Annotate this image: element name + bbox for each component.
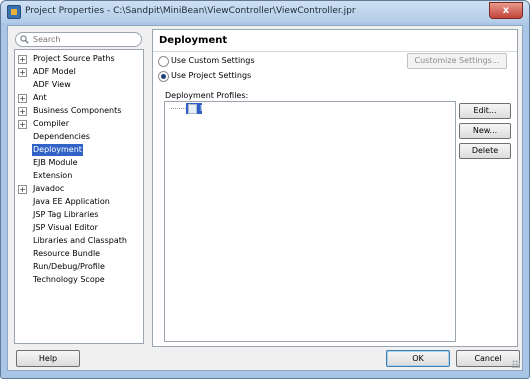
tree-item-adf-model[interactable]: + ADF Model [15,66,143,78]
ok-button[interactable]: OK [386,350,450,367]
resize-grip-icon[interactable] [512,360,520,368]
tree-item-label: Javadoc [33,184,65,193]
expand-icon[interactable]: + [18,94,27,103]
category-tree[interactable]: + Project Source Paths + ADF Model ADF V… [14,49,144,344]
tree-item-label: Business Components [33,106,122,115]
war-file-icon [188,104,197,114]
tree-item-label: Resource Bundle [33,249,101,258]
project-properties-dialog: Project Properties - C:\Sandpit\MiniBean… [0,0,530,379]
tree-item-dependencies[interactable]: Dependencies [15,131,143,143]
tree-item-libraries-and-classpath[interactable]: Libraries and Classpath [15,235,143,247]
customize-settings-button[interactable]: Customize Settings... [407,53,507,69]
expand-icon[interactable]: + [18,68,27,77]
radio-selected-dot [161,74,166,79]
tree-item-technology-scope[interactable]: Technology Scope [15,274,143,286]
tree-item-label: Compiler [33,119,70,128]
expand-icon[interactable]: + [18,107,27,116]
cancel-button[interactable]: Cancel [456,350,520,367]
tree-item-project-source-paths[interactable]: + Project Source Paths [15,53,143,65]
tree-item-business-components[interactable]: + Business Components [15,105,143,117]
radio-label: Use Custom Settings [171,56,255,65]
title-bar[interactable]: Project Properties - C:\Sandpit\MiniBean… [1,1,529,23]
tree-item-deployment[interactable]: Deployment [15,144,143,156]
tree-item-run-debug-profile[interactable]: Run/Debug/Profile [15,261,143,273]
list-item[interactable]: MiniBean_ViewController_webapp1 (WAR Fil… [186,103,383,114]
tree-item-label: JSP Tag Libraries [33,210,99,219]
tree-item-label: Run/Debug/Profile [33,262,105,271]
radio-button[interactable] [158,56,169,67]
tree-item-java-ee-application[interactable]: Java EE Application [15,196,143,208]
tree-item-adf-view[interactable]: ADF View [15,79,143,91]
tree-item-ant[interactable]: + Ant [15,92,143,104]
page-title: Deployment [159,35,228,46]
tree-item-jsp-visual-editor[interactable]: JSP Visual Editor [15,222,143,234]
tree-item-extension[interactable]: Extension [15,170,143,182]
search-box[interactable] [15,32,142,47]
expand-icon[interactable]: + [18,120,27,129]
tree-item-label: Libraries and Classpath [33,236,127,245]
deployment-panel: Deployment Use Custom Settings Use Proje… [152,29,518,347]
window-title: Project Properties - C:\Sandpit\MiniBean… [25,6,356,16]
close-icon: x [502,5,510,16]
tree-item-label: Java EE Application [33,197,110,206]
search-input[interactable] [33,34,133,45]
new-button[interactable]: New... [459,123,511,139]
profile-label: MiniBean_ViewController_webapp1 (WAR Fil… [200,104,384,113]
app-icon [7,5,21,19]
tree-item-label: EJB Module [33,158,78,167]
tree-item-javadoc[interactable]: + Javadoc [15,183,143,195]
tree-item-compiler[interactable]: + Compiler [15,118,143,130]
tree-item-label: ADF View [33,80,71,89]
expand-icon[interactable]: + [18,55,27,64]
dialog-body: + Project Source Paths + ADF Model ADF V… [7,25,523,371]
tree-item-resource-bundle[interactable]: Resource Bundle [15,248,143,260]
edit-button[interactable]: Edit... [459,103,511,119]
tree-item-ejb-module[interactable]: EJB Module [15,157,143,169]
tree-item-label: ADF Model [33,67,76,76]
radio-label: Use Project Settings [171,71,252,80]
close-button[interactable]: x [489,2,523,19]
tree-item-label: Project Source Paths [33,54,115,63]
help-button[interactable]: Help [16,350,80,367]
radio-button[interactable] [158,71,169,82]
tree-item-label: Ant [33,93,47,102]
tree-item-label: Deployment [32,144,83,156]
expand-icon[interactable]: + [18,185,27,194]
search-icon [20,35,29,44]
tree-item-label: Extension [33,171,73,180]
tree-item-label: Dependencies [33,132,90,141]
tree-item-label: JSP Visual Editor [33,223,98,232]
delete-button[interactable]: Delete [459,143,511,159]
tree-item-jsp-tag-libraries[interactable]: JSP Tag Libraries [15,209,143,221]
divider [153,51,517,52]
deployment-profiles-list[interactable]: MiniBean_ViewController_webapp1 (WAR Fil… [164,101,456,342]
tree-item-label: Technology Scope [33,275,105,284]
